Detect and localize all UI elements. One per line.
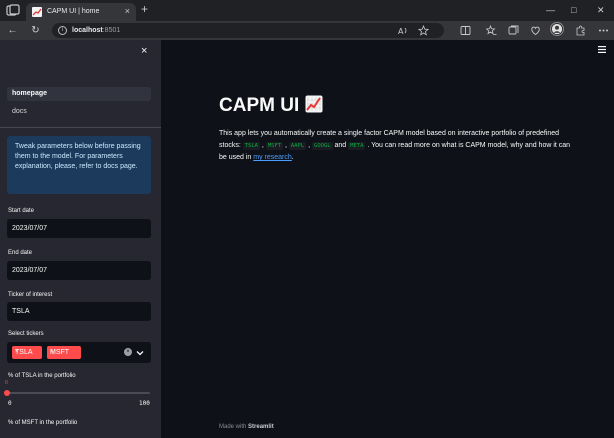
slider-tsla-label: % of TSLA in the portfolio — [8, 373, 76, 379]
end-date-input[interactable]: 2023/07/07 — [7, 261, 151, 280]
slider-tsla-value: 0 — [5, 380, 8, 386]
browser-toolbar: ← ↻ i localhost:8501 A — [0, 21, 614, 40]
sidebar: × homepage docs Tweak parameters below b… — [0, 40, 161, 438]
ticker-code-msft: MSFT — [265, 142, 284, 150]
tab-strip: CAPM UI | home × + — □ ✕ — [0, 0, 614, 21]
start-date-input[interactable]: 2023/07/07 — [7, 219, 151, 238]
sidebar-item-homepage[interactable]: homepage — [7, 87, 151, 101]
browser-tab[interactable]: CAPM UI | home × — [26, 3, 136, 21]
ticker-code-meta: META — [348, 142, 366, 150]
ticker-input[interactable]: TSLA — [7, 302, 151, 321]
end-date-value: 2023/07/07 — [12, 267, 48, 274]
ticker-code-googl: GOOGL — [312, 142, 333, 150]
tab-title: CAPM UI | home — [47, 8, 100, 15]
new-tab-button[interactable]: + — [141, 2, 148, 17]
footer-prefix: Made with — [219, 424, 249, 430]
sidebar-close-button[interactable]: × — [141, 44, 147, 58]
slider-max-label: 100 — [139, 400, 150, 407]
slider-tsla-thumb[interactable] — [4, 390, 10, 396]
hamburger-menu-icon[interactable] — [598, 46, 606, 53]
extensions-icon[interactable] — [575, 25, 586, 36]
ticker-label: Ticker of interest — [8, 292, 53, 298]
chart-increasing-icon — [305, 95, 323, 113]
minimize-button[interactable]: — — [546, 3, 555, 17]
select-tickers-label: Select tickers — [8, 331, 44, 337]
favorite-star-icon[interactable] — [418, 25, 429, 36]
site-info-icon[interactable]: i — [58, 26, 67, 35]
slider-msft-label: % of MSFT in the portfolio — [8, 420, 78, 426]
workspaces-icon[interactable] — [6, 4, 20, 17]
collections-icon[interactable] — [508, 25, 519, 36]
intro-paragraph: This app lets you automatically create a… — [219, 130, 571, 161]
footer: Made with Streamlit — [219, 423, 274, 432]
profile-avatar[interactable] — [550, 22, 564, 36]
browser-window: CAPM UI | home × + — □ ✕ ← ↻ i localhost… — [0, 0, 614, 438]
ticker-value: TSLA — [12, 308, 30, 315]
more-menu-icon[interactable] — [598, 25, 609, 36]
start-date-value: 2023/07/07 — [12, 225, 48, 232]
read-aloud-icon[interactable]: A — [398, 25, 409, 36]
slider-tsla-track[interactable] — [7, 392, 150, 394]
favorites-icon[interactable] — [486, 25, 497, 36]
ticker-chip-msft[interactable]: MSFT × — [47, 346, 81, 359]
address-bar[interactable]: i localhost:8501 — [52, 23, 444, 38]
window-close-button[interactable]: ✕ — [597, 3, 605, 17]
clear-selection-icon[interactable]: × — [124, 348, 132, 356]
maximize-button[interactable]: □ — [571, 3, 576, 17]
reload-button[interactable]: ↻ — [29, 24, 42, 37]
slider-min-label: 0 — [8, 400, 12, 407]
split-screen-icon[interactable] — [460, 25, 471, 36]
ticker-code-tsla: TSLA — [242, 142, 260, 150]
ticker-code-aapl: AAPL — [288, 142, 307, 150]
sidebar-item-docs[interactable]: docs — [12, 107, 27, 117]
app-page: × homepage docs Tweak parameters below b… — [0, 40, 614, 438]
page-title-text: CAPM UI — [219, 95, 300, 116]
chip-remove-icon[interactable]: × — [50, 348, 79, 357]
info-alert-text: Tweak parameters below before passing th… — [15, 143, 141, 170]
browser-essentials-icon[interactable] — [530, 25, 541, 36]
streamlit-link[interactable]: Streamlit — [248, 424, 274, 430]
tab-close-icon[interactable]: × — [125, 5, 130, 17]
ticker-chip-tsla[interactable]: TSLA × — [12, 346, 42, 359]
start-date-label: Start date — [8, 208, 35, 214]
research-link[interactable]: my research — [253, 154, 292, 161]
url-text: localhost:8501 — [72, 27, 121, 34]
page-title: CAPM UI — [219, 94, 323, 118]
sidebar-item-label: homepage — [12, 90, 48, 97]
chart-favicon-icon — [32, 7, 42, 17]
back-button[interactable]: ← — [6, 24, 19, 37]
svg-text:A: A — [398, 27, 404, 36]
sidebar-divider — [0, 127, 161, 128]
tickers-multiselect[interactable]: TSLA × MSFT × × — [7, 342, 151, 363]
end-date-label: End date — [8, 250, 33, 256]
chevron-down-icon[interactable] — [136, 349, 144, 357]
chip-remove-icon[interactable]: × — [15, 348, 40, 357]
info-alert: Tweak parameters below before passing th… — [7, 136, 151, 194]
